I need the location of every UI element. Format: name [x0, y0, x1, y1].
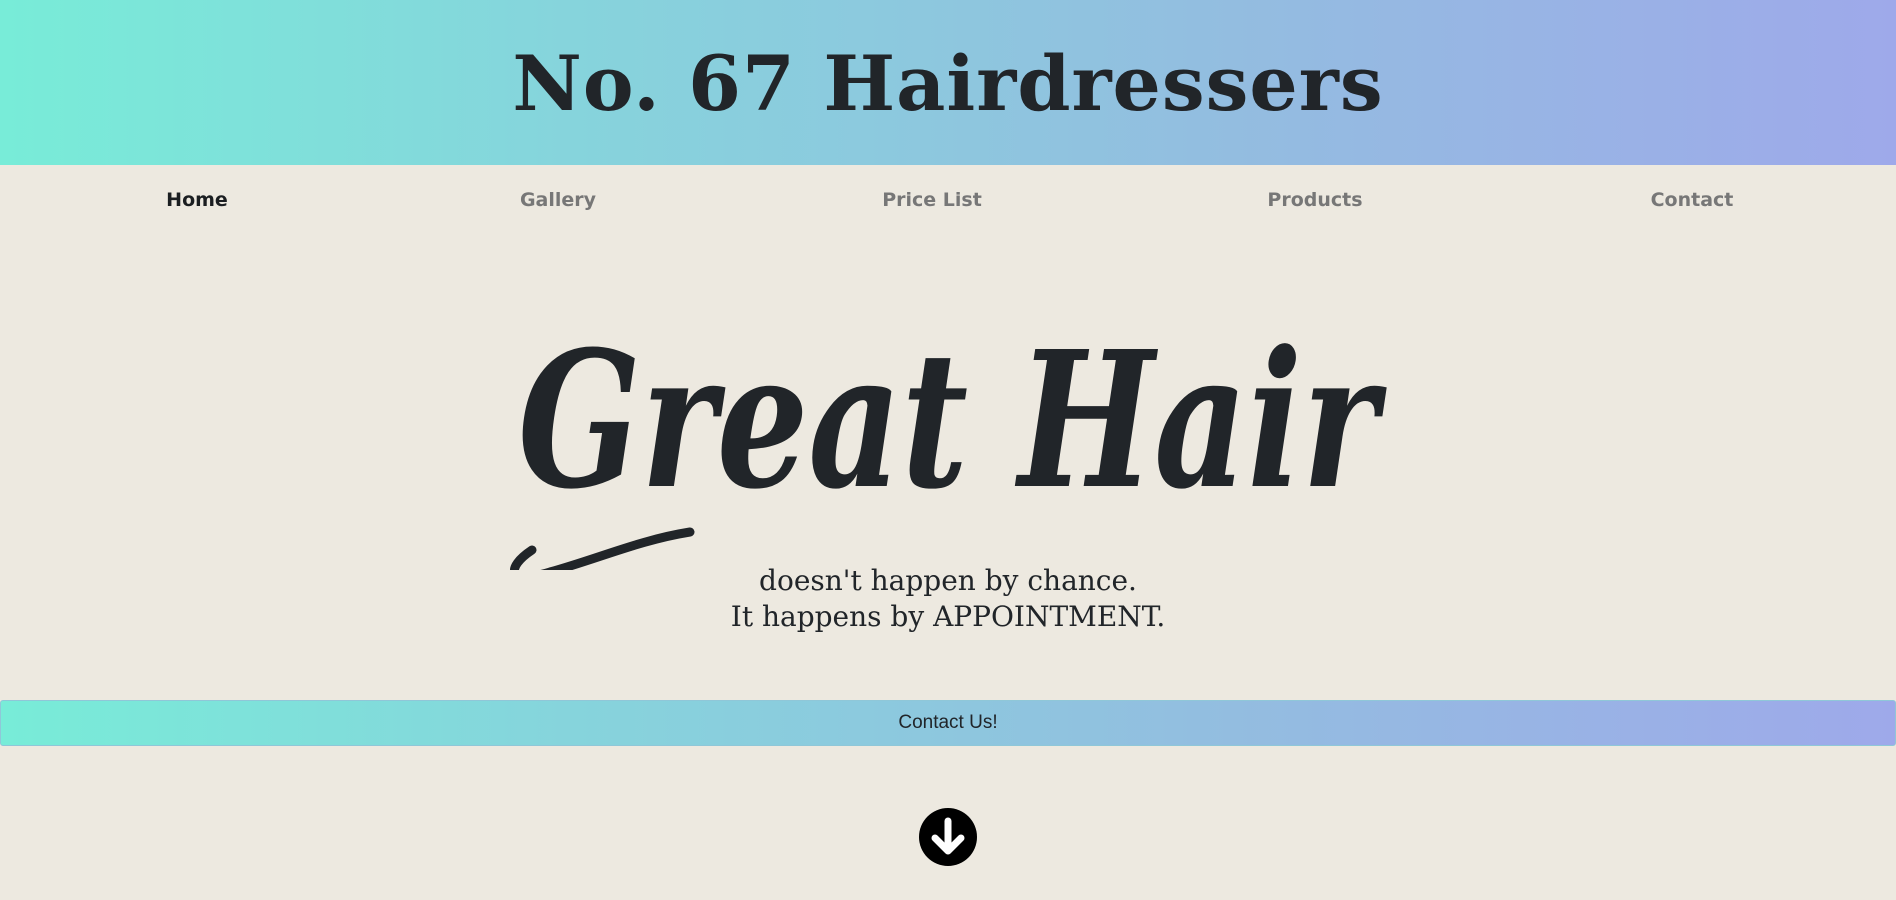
arrow-down-circle-icon: [931, 817, 965, 855]
tagline-line-1: doesn't happen by chance.: [759, 564, 1137, 597]
hero-script-text: Great Hair: [518, 310, 1387, 531]
nav-item-price-list[interactable]: Price List: [882, 189, 982, 211]
main-nav: Home Gallery Price List Products Contact: [0, 165, 1896, 237]
scroll-down-button[interactable]: [919, 808, 977, 866]
tagline-line-2: It happens by APPOINTMENT.: [730, 600, 1166, 633]
nav-item-products[interactable]: Products: [1267, 189, 1362, 211]
contact-us-button[interactable]: Contact Us!: [0, 700, 1896, 746]
nav-item-home[interactable]: Home: [166, 189, 228, 211]
site-title: No. 67 Hairdressers: [512, 38, 1384, 128]
nav-item-contact[interactable]: Contact: [1651, 189, 1734, 211]
hero-script-heading: Great Hair: [510, 310, 1387, 570]
site-header: No. 67 Hairdressers: [0, 0, 1896, 165]
hero-section: Great Hair: [0, 300, 1896, 570]
hero-tagline: doesn't happen by chance. It happens by …: [0, 563, 1896, 635]
nav-item-gallery[interactable]: Gallery: [520, 189, 596, 211]
